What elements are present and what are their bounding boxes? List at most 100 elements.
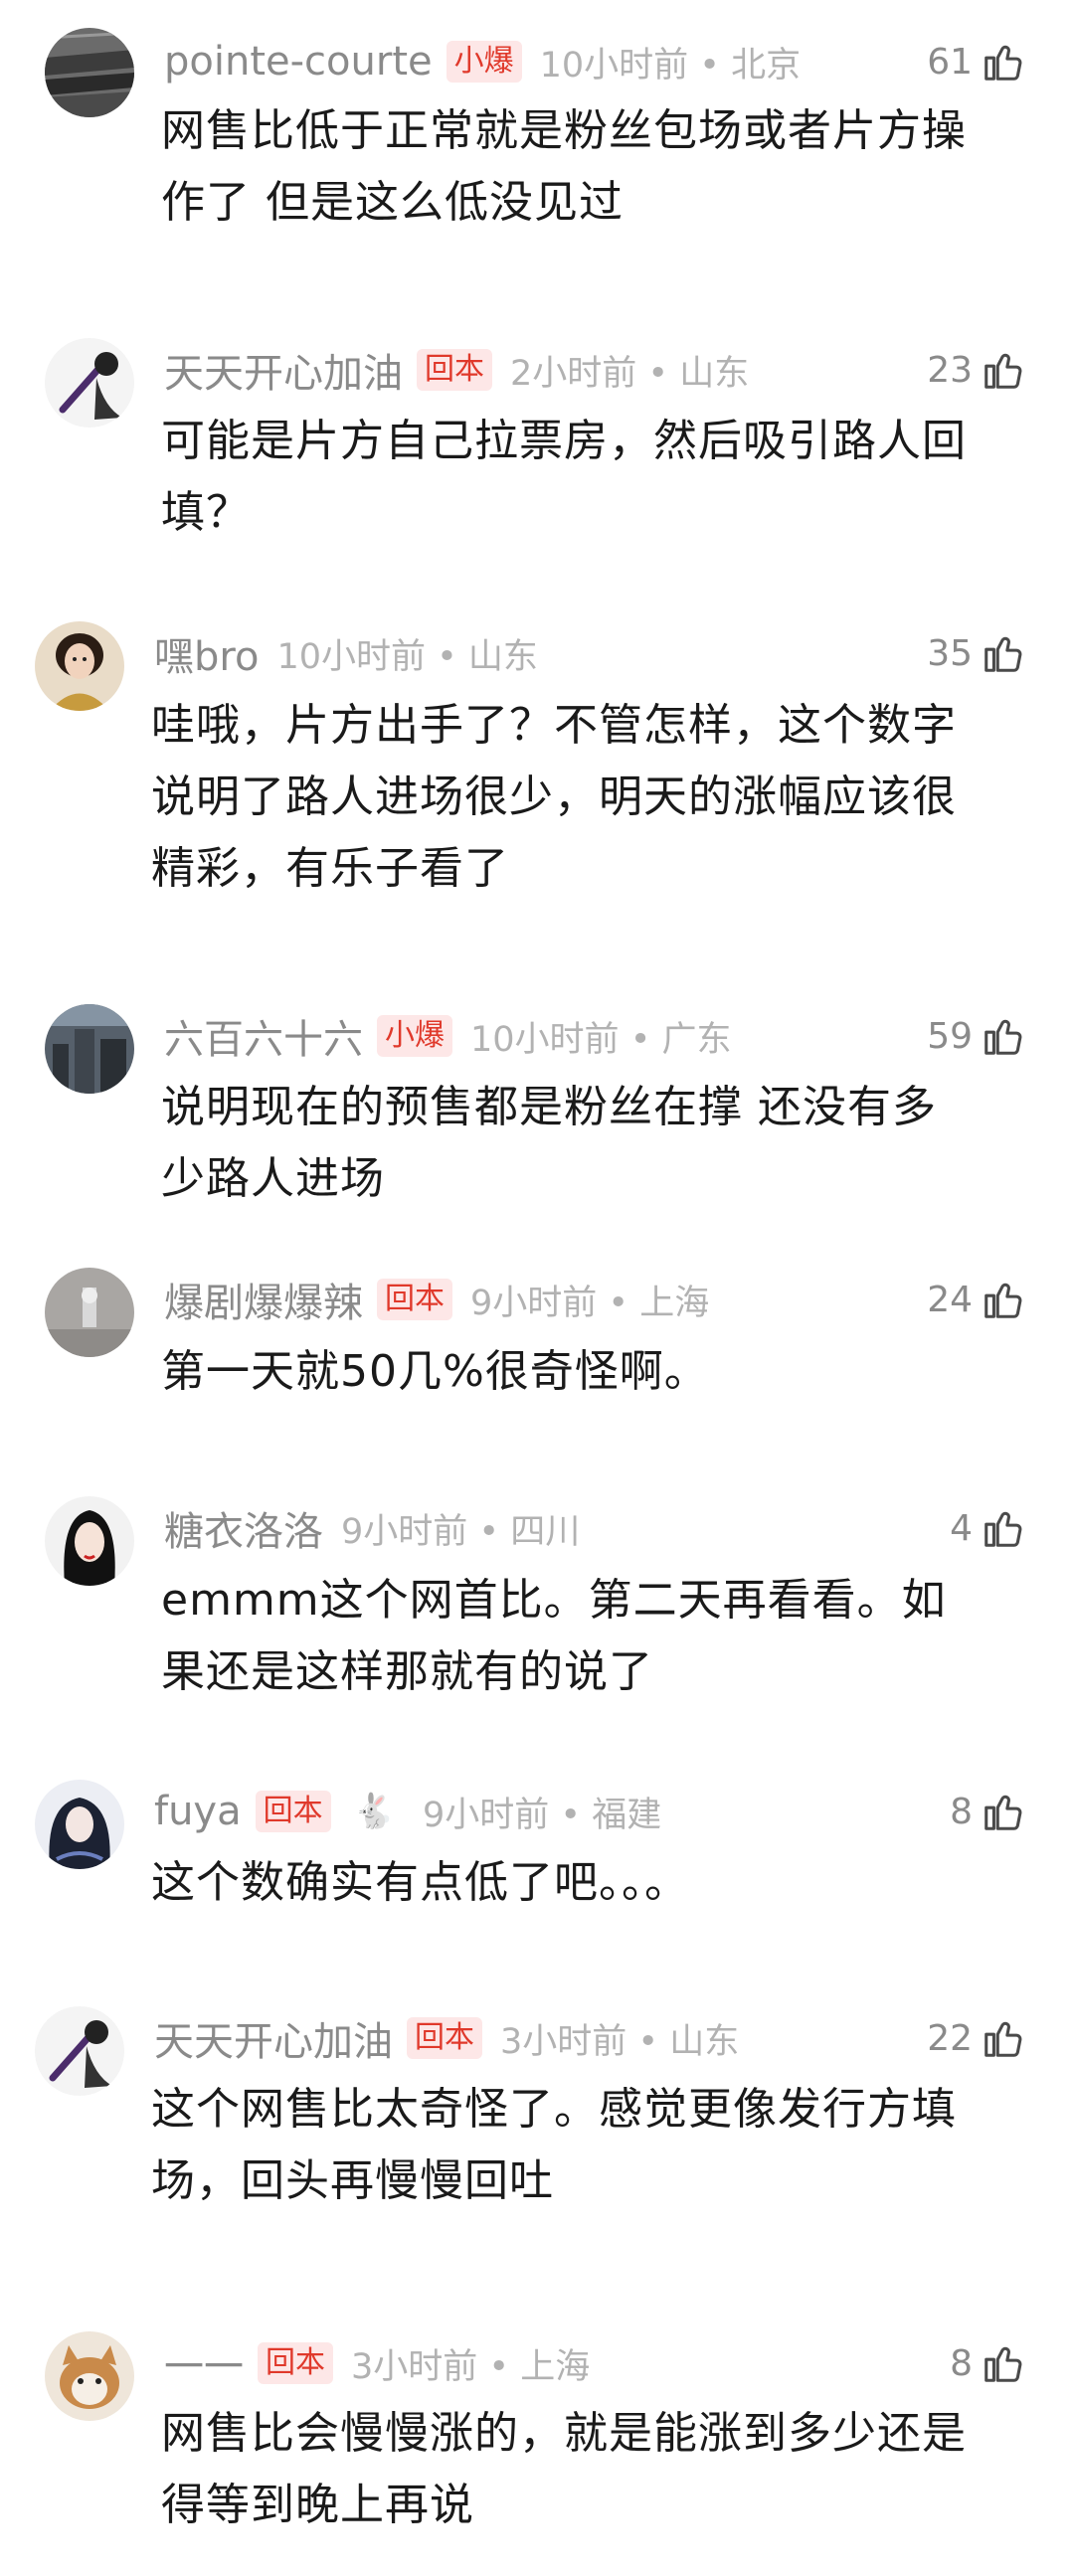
separator-dot: •	[629, 1019, 651, 1060]
user-level-badge: 回本	[417, 349, 492, 391]
user-level-badge: 回本	[377, 1279, 452, 1320]
comment-location: 山东	[679, 353, 750, 394]
comment-text-line: emmm这个网首比。第二天再看看。如	[161, 1575, 947, 1626]
comment-meta: 10小时前 • 北京	[540, 37, 802, 87]
separator-dot: •	[637, 2021, 659, 2062]
thumbs-up-icon	[981, 1505, 1026, 1551]
comment-meta: 9小时前 • 福建	[423, 1787, 661, 1837]
username[interactable]: pointe-courte	[164, 39, 433, 85]
comment-text-line: 得等到晚上再说	[161, 2480, 474, 2530]
comment-location: 山东	[669, 2021, 740, 2062]
username[interactable]: 糖衣洛洛	[164, 1499, 323, 1557]
avatar-image	[35, 2006, 124, 2096]
like-button[interactable]: 22	[927, 2008, 1026, 2068]
comment-time: 9小时前	[470, 1283, 598, 1323]
thumbs-up-icon	[981, 2015, 1026, 2061]
comment-meta: 3小时前 • 上海	[351, 2338, 590, 2389]
avatar[interactable]	[45, 338, 134, 428]
comment-text-line: 填？	[161, 487, 251, 538]
username[interactable]: fuya	[154, 1789, 242, 1834]
comment-meta: 9小时前 • 上海	[470, 1275, 709, 1325]
comment-text-line: 精彩，有乐子看了	[151, 843, 509, 894]
thumbs-up-icon	[981, 1277, 1026, 1322]
like-button[interactable]: 8	[950, 1782, 1026, 1841]
like-count: 4	[950, 1507, 973, 1549]
comment-meta: 3小时前 • 山东	[500, 2013, 739, 2064]
separator-dot: •	[608, 1283, 629, 1323]
comment-text-line: 网售比会慢慢涨的，就是能涨到多少还是	[161, 2408, 967, 2459]
comment-text-line: 作了 但是这么低没见过	[161, 177, 624, 228]
like-count: 23	[927, 349, 973, 391]
avatar[interactable]	[35, 1780, 124, 1869]
comment-text-line: 哇哦，片方出手了？不管怎样，这个数字	[151, 700, 957, 751]
like-button[interactable]: 61	[927, 32, 1026, 91]
like-button[interactable]: 59	[927, 1006, 1026, 1066]
user-level-badge: 小爆	[446, 41, 522, 83]
like-count: 22	[927, 2017, 973, 2059]
comment-time: 10小时前	[539, 45, 689, 86]
avatar[interactable]	[45, 1268, 134, 1357]
comment-location: 山东	[467, 636, 538, 677]
comment-text: 网售比低于正常就是粉丝包场或者片方操 作了 但是这么低没见过	[161, 95, 967, 239]
avatar[interactable]	[35, 2006, 124, 2096]
comment-text-line: 场，回头再慢慢回吐	[151, 2155, 554, 2206]
avatar[interactable]	[45, 1004, 134, 1094]
comment-text: 这个网售比太奇怪了。感觉更像发行方填 场，回头再慢慢回吐	[151, 2074, 957, 2217]
username[interactable]: 天天开心加油	[164, 341, 403, 399]
avatar-image	[35, 1780, 124, 1869]
thumbs-up-icon	[981, 347, 1026, 393]
rabbit-icon: 🐇	[352, 1792, 395, 1831]
like-button[interactable]: 4	[950, 1498, 1026, 1558]
comment-meta: 10小时前 • 山东	[276, 628, 538, 679]
thumbs-up-icon	[981, 2340, 1026, 2386]
comment-time: 3小时前	[351, 2346, 478, 2387]
like-count: 8	[950, 1791, 973, 1832]
comment-text-line: 这个网售比太奇怪了。感觉更像发行方填	[151, 2084, 957, 2135]
comment-text-line: 可能是片方自己拉票房，然后吸引路人回	[161, 416, 967, 466]
comment-text: 这个数确实有点低了吧。。。	[151, 1847, 689, 1919]
avatar-image	[45, 1004, 134, 1094]
comment-location: 北京	[731, 45, 802, 86]
separator-dot: •	[437, 636, 457, 677]
comment-time: 9小时前	[422, 1795, 550, 1835]
comment-text-line: 说明现在的预售都是粉丝在撑 还没有多	[161, 1082, 937, 1132]
username[interactable]: 爆剧爆爆辣	[164, 1271, 363, 1328]
thumbs-up-icon	[981, 1013, 1026, 1059]
avatar[interactable]	[45, 1496, 134, 1586]
like-count: 35	[927, 632, 973, 674]
avatar[interactable]	[45, 2331, 134, 2421]
username[interactable]: 一一	[164, 2334, 244, 2392]
avatar-image	[35, 621, 124, 711]
separator-dot: •	[488, 2346, 510, 2387]
comment-location: 四川	[510, 1511, 581, 1552]
separator-dot: •	[699, 45, 720, 86]
comment-text: 第一天就50几%很奇怪啊。	[161, 1336, 709, 1408]
user-level-badge: 小爆	[377, 1015, 452, 1057]
username[interactable]: 天天开心加油	[154, 2009, 393, 2067]
comment-meta: 10小时前 • 广东	[470, 1011, 732, 1062]
user-level-badge: 回本	[255, 1791, 331, 1832]
thumbs-up-icon	[981, 630, 1026, 676]
comment-text-line: 网售比低于正常就是粉丝包场或者片方操	[161, 105, 967, 156]
comment-text: emmm这个网首比。第二天再看看。如 果还是这样那就有的说了	[161, 1565, 947, 1708]
like-button[interactable]: 35	[927, 623, 1026, 683]
comment-text-line: 少路人进场	[161, 1153, 385, 1204]
like-count: 8	[950, 2342, 973, 2384]
avatar-image	[45, 28, 134, 117]
avatar[interactable]	[45, 28, 134, 117]
user-level-badge: 回本	[407, 2017, 482, 2059]
username[interactable]: 六百六十六	[164, 1007, 363, 1065]
comment-text-line: 说明了路人进场很少，明天的涨幅应该很	[151, 772, 957, 822]
like-button[interactable]: 24	[927, 1270, 1026, 1329]
comment-text: 网售比会慢慢涨的，就是能涨到多少还是 得等到晚上再说	[161, 2398, 967, 2541]
like-button[interactable]: 23	[927, 340, 1026, 400]
like-count: 59	[927, 1015, 973, 1057]
username[interactable]: 嘿bro	[154, 624, 259, 682]
avatar[interactable]	[35, 621, 124, 711]
like-count: 24	[927, 1279, 973, 1320]
comment-time: 9小时前	[341, 1511, 468, 1552]
comment-time: 10小时前	[470, 1019, 620, 1060]
avatar-image	[45, 1268, 134, 1357]
like-button[interactable]: 8	[950, 2333, 1026, 2393]
comment-location: 广东	[661, 1019, 732, 1060]
